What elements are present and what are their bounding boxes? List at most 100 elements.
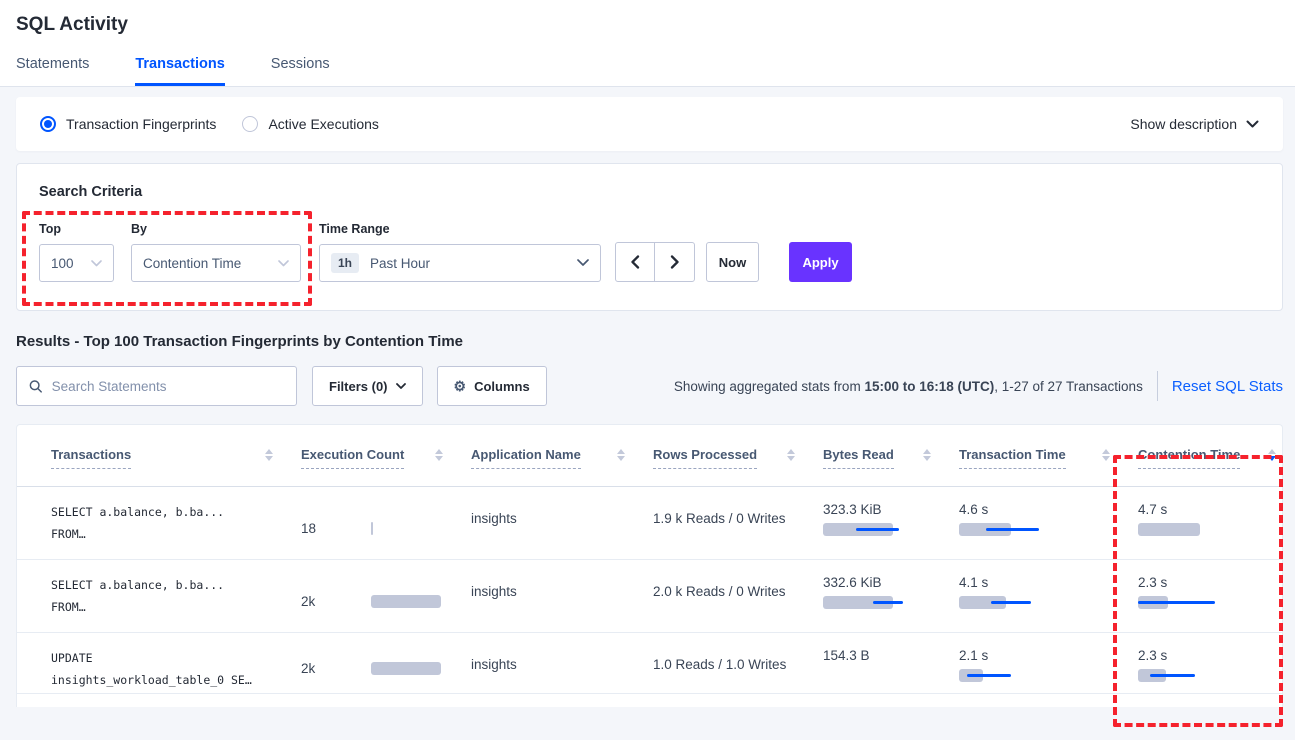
bytes-read-cell-value: 332.6 KiB (823, 575, 959, 590)
chevron-down-icon (396, 383, 406, 390)
tab-sessions[interactable]: Sessions (271, 56, 330, 86)
previous-time-button[interactable] (616, 243, 655, 281)
column-header-label: Transactions (51, 447, 131, 469)
transaction-fingerprint-link[interactable]: UPDATE insights_workload_table_0 SE… (51, 633, 301, 693)
columns-label: Columns (474, 379, 530, 394)
bytes-read-cell-value: 323.3 KiB (823, 502, 959, 517)
search-criteria-title: Search Criteria (39, 184, 1260, 200)
top-label: Top (39, 222, 114, 236)
column-header-label: Contention Time (1138, 447, 1240, 469)
execution-count-cell: 2k (301, 560, 471, 632)
tab-bar: Statements Transactions Sessions (16, 56, 1279, 86)
column-header-label: Transaction Time (959, 447, 1066, 469)
radio-label: Active Executions (268, 116, 379, 132)
top-select[interactable]: 100 (39, 244, 114, 282)
contention-time-cell-value: 4.7 s (1138, 502, 1283, 517)
radio-unselected-icon (242, 116, 258, 132)
column-header-label: Rows Processed (653, 447, 757, 469)
tab-statements[interactable]: Statements (16, 56, 89, 86)
time-nav-group (615, 242, 695, 282)
std-dev-line (873, 601, 903, 604)
std-dev-line (856, 528, 899, 531)
column-header-application-name[interactable]: Application Name (471, 447, 653, 486)
top-field: Top 100 (39, 222, 114, 282)
contention-time-cell: 2.3 s (1138, 633, 1283, 693)
aggregated-stats-text: Showing aggregated stats from 15:00 to 1… (674, 379, 1143, 394)
transaction-fingerprint-link[interactable]: SELECT a.balance, b.ba... FROM… (51, 560, 301, 632)
contention-time-cell: 2.3 s (1138, 560, 1283, 632)
filters-button[interactable]: Filters (0) (312, 366, 423, 406)
column-header-execution-count[interactable]: Execution Count (301, 447, 471, 486)
chevron-down-icon (91, 260, 102, 267)
column-header-transaction-time[interactable]: Transaction Time (959, 447, 1138, 486)
bytes-read-cell-value: 154.3 B (823, 648, 959, 663)
tab-transactions[interactable]: Transactions (135, 56, 224, 86)
transaction-time-cell-value: 4.1 s (959, 575, 1138, 590)
column-header-label: Application Name (471, 447, 581, 469)
column-header-label: Execution Count (301, 447, 404, 469)
sort-icon[interactable] (265, 449, 273, 461)
time-range-label: Time Range (319, 222, 601, 236)
search-criteria-fields: Top 100 By Contention Time Time Range 1h… (39, 222, 1260, 282)
column-header-transactions[interactable]: Transactions (51, 447, 301, 486)
contention-time-cell-bar-chart (1138, 523, 1278, 536)
application-name-cell: insights (471, 560, 653, 632)
stats-time-range: 15:00 to 16:18 (UTC) (864, 379, 994, 394)
columns-button[interactable]: ⚙ Columns (437, 366, 547, 406)
search-statements-input[interactable] (52, 379, 284, 394)
top-select-value: 100 (51, 256, 91, 271)
rows-processed-cell: 1.9 k Reads / 0 Writes (653, 487, 823, 559)
column-header-contention-time[interactable]: Contention Time (1138, 447, 1283, 486)
bytes-read-cell: 154.3 B (823, 633, 959, 693)
transaction-time-cell: 2.1 s (959, 633, 1138, 693)
time-range-value: Past Hour (370, 256, 577, 271)
contention-time-cell-bar-chart (1138, 596, 1278, 609)
results-title: Results - Top 100 Transaction Fingerprin… (16, 333, 1279, 350)
radio-active-executions[interactable]: Active Executions (242, 116, 379, 132)
by-field: By Contention Time (131, 222, 301, 282)
radio-transaction-fingerprints[interactable]: Transaction Fingerprints (40, 116, 216, 132)
apply-button[interactable]: Apply (789, 242, 852, 282)
execution-count-value: 2k (301, 594, 371, 609)
column-header-rows-processed[interactable]: Rows Processed (653, 447, 823, 486)
contention-time-cell-value: 2.3 s (1138, 575, 1283, 590)
bytes-read-cell: 323.3 KiB (823, 487, 959, 559)
next-time-button[interactable] (655, 243, 694, 281)
by-select[interactable]: Contention Time (131, 244, 301, 282)
sort-icon[interactable] (787, 449, 795, 461)
column-header-bytes-read[interactable]: Bytes Read (823, 447, 959, 486)
transactions-table-card: Transactions Execution Count Application N… (16, 424, 1283, 707)
transaction-fingerprint-link[interactable]: SELECT a.balance, b.ba... FROM… (51, 487, 301, 559)
sort-icon[interactable] (923, 449, 931, 461)
std-dev-line (967, 674, 1011, 677)
sort-icon[interactable] (1102, 449, 1110, 461)
radio-label: Transaction Fingerprints (66, 116, 216, 132)
std-dev-line (1138, 601, 1215, 604)
show-description-toggle[interactable]: Show description (1130, 116, 1259, 132)
page-title: SQL Activity (16, 14, 1279, 36)
time-range-field: Time Range 1h Past Hour (319, 222, 601, 282)
std-dev-line (991, 601, 1031, 604)
search-criteria-card: Search Criteria Top 100 By Contention Ti… (16, 163, 1283, 311)
now-button[interactable]: Now (706, 242, 759, 282)
reset-sql-stats-link[interactable]: Reset SQL Stats (1172, 378, 1283, 395)
sort-icon[interactable] (435, 449, 443, 461)
rows-processed-cell: 1.0 Reads / 1.0 Writes (653, 633, 823, 693)
execution-count-cell: 2k (301, 633, 471, 693)
chevron-down-icon (1246, 120, 1259, 129)
execution-count-bar (371, 522, 373, 535)
table-row: UPDATE insights_workload_table_0 SE…2kin… (17, 633, 1282, 694)
transaction-time-cell-value: 2.1 s (959, 648, 1138, 663)
std-dev-line (1150, 674, 1195, 677)
results-controls: Filters (0) ⚙ Columns Showing aggregated… (16, 366, 1283, 406)
transaction-time-cell-bar-chart (959, 596, 1099, 609)
bytes-read-cell: 332.6 KiB (823, 560, 959, 632)
execution-count-cell: 18 (301, 487, 471, 559)
time-range-select[interactable]: 1h Past Hour (319, 244, 601, 282)
sort-icon[interactable] (1268, 449, 1276, 461)
sort-icon[interactable] (617, 449, 625, 461)
chevron-left-icon (630, 255, 640, 269)
execution-count-value: 2k (301, 661, 371, 676)
bytes-read-cell-bar-chart (823, 596, 963, 609)
column-header-label: Bytes Read (823, 447, 894, 469)
